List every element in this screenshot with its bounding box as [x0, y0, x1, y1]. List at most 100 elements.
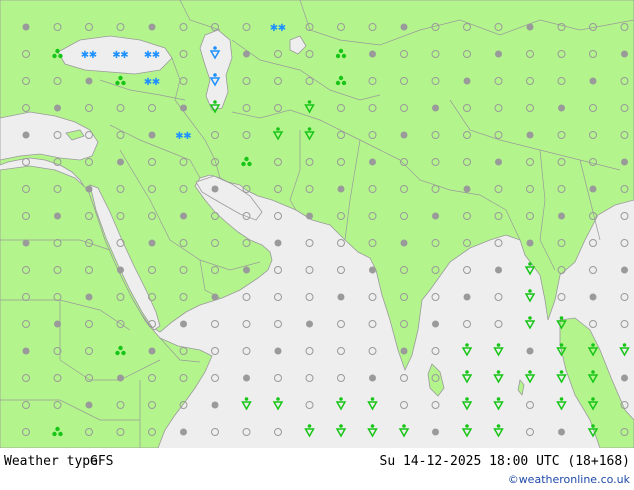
- rain-drop-symbol: [528, 262, 532, 266]
- drizzle-symbol: [115, 80, 120, 86]
- rain-drop-symbol: [402, 424, 406, 428]
- overcast-symbol: [306, 212, 313, 220]
- overcast-symbol: [211, 293, 219, 301]
- overcast-symbol: [85, 185, 93, 193]
- overcast-symbol: [589, 293, 597, 301]
- drizzle-symbol: [121, 350, 126, 356]
- rain-drop-symbol: [622, 343, 627, 347]
- rain-drop-symbol: [559, 397, 564, 401]
- overcast-symbol: [54, 320, 61, 328]
- rain-drop-symbol: [465, 370, 469, 374]
- overcast-symbol: [369, 158, 376, 166]
- snow-symbol: ✱: [278, 23, 286, 34]
- rain-drop-symbol: [559, 343, 564, 347]
- rain-drop-symbol: [307, 424, 312, 428]
- overcast-symbol: [22, 239, 30, 247]
- rain-drop-symbol: [528, 370, 532, 374]
- overcast-symbol: [369, 374, 376, 382]
- overcast-symbol: [621, 266, 628, 274]
- overcast-symbol: [306, 320, 313, 328]
- overcast-symbol: [243, 266, 250, 274]
- rain-drop-symbol: [307, 100, 312, 104]
- drizzle-symbol: [335, 53, 341, 59]
- drizzle-symbol: [118, 345, 123, 351]
- overcast-symbol: [495, 266, 502, 274]
- overcast-symbol: [243, 374, 250, 382]
- rain-drop-symbol: [370, 424, 375, 428]
- rain-drop-symbol: [213, 46, 217, 50]
- overcast-symbol: [274, 239, 282, 247]
- map-canvas: ✱ ✱✱ ✱ ✱ ✱ ✱ ✱✱ ✱✱ ✱: [0, 0, 634, 448]
- drizzle-symbol: [244, 156, 249, 162]
- overcast-symbol: [495, 50, 502, 58]
- overcast-symbol: [558, 428, 565, 436]
- rain-drop-symbol: [591, 424, 595, 428]
- drizzle-symbol: [241, 161, 246, 167]
- rain-drop-symbol: [244, 397, 249, 401]
- overcast-symbol: [400, 23, 408, 31]
- drizzle-symbol: [58, 431, 63, 437]
- rain-drop-symbol: [465, 397, 469, 401]
- rain-drop-symbol: [276, 127, 280, 131]
- drizzle-symbol: [247, 161, 252, 167]
- rain-drop-symbol: [591, 370, 595, 374]
- rain-drop-symbol: [465, 424, 469, 428]
- drizzle-symbol: [341, 80, 347, 86]
- overcast-symbol: [558, 212, 565, 220]
- overcast-symbol: [400, 239, 408, 247]
- footer-bar: Weather type GFS Su 14-12-2025 18:00 UTC…: [0, 448, 634, 490]
- overcast-symbol: [54, 104, 61, 112]
- overcast-symbol: [85, 401, 93, 409]
- overcast-symbol: [117, 374, 124, 382]
- overcast-symbol: [211, 185, 219, 193]
- drizzle-symbol: [341, 53, 347, 59]
- rain-drop-symbol: [496, 397, 501, 401]
- overcast-symbol: [400, 347, 408, 355]
- overcast-symbol: [180, 212, 187, 220]
- snow-symbol: ✱: [152, 50, 160, 61]
- map-type-label: Weather type: [4, 454, 98, 469]
- weather-map[interactable]: ✱ ✱ ✱ ✱ ✱ ✱ ✱ ✱ ✱ ✱ ✱ ✱: [0, 0, 634, 448]
- overcast-symbol: [337, 293, 345, 301]
- overcast-symbol: [148, 239, 156, 247]
- overcast-symbol: [54, 212, 61, 220]
- overcast-symbol: [463, 293, 471, 301]
- overcast-symbol: [432, 320, 439, 328]
- overcast-symbol: [211, 401, 219, 409]
- overcast-symbol: [526, 239, 534, 247]
- overcast-symbol: [400, 131, 408, 139]
- snow-symbol: ✱: [183, 131, 191, 142]
- overcast-symbol: [526, 23, 534, 31]
- rain-drop-symbol: [465, 343, 469, 347]
- overcast-symbol: [85, 77, 93, 85]
- drizzle-symbol: [121, 80, 126, 86]
- drizzle-symbol: [115, 350, 120, 356]
- model-name: GFS: [90, 454, 114, 469]
- snow-symbol: ✱: [120, 50, 128, 61]
- rain-drop-symbol: [528, 289, 532, 293]
- rain-drop-symbol: [213, 100, 217, 104]
- overcast-symbol: [148, 347, 156, 355]
- rain-drop-symbol: [339, 424, 343, 428]
- overcast-symbol: [22, 23, 30, 31]
- overcast-symbol: [117, 266, 124, 274]
- rain-drop-symbol: [496, 343, 501, 347]
- overcast-symbol: [621, 50, 628, 58]
- drizzle-symbol: [118, 75, 123, 81]
- site-credit-link[interactable]: ©weatheronline.co.uk: [508, 473, 630, 486]
- overcast-symbol: [495, 158, 502, 166]
- overcast-symbol: [180, 428, 187, 436]
- rain-drop-symbol: [213, 73, 217, 77]
- rain-drop-symbol: [559, 316, 564, 320]
- overcast-symbol: [526, 131, 534, 139]
- overcast-symbol: [526, 347, 534, 355]
- rain-drop-symbol: [528, 316, 532, 320]
- overcast-symbol: [432, 428, 439, 436]
- overcast-symbol: [274, 347, 282, 355]
- drizzle-symbol: [55, 48, 60, 54]
- drizzle-symbol: [338, 48, 344, 54]
- overcast-symbol: [432, 104, 439, 112]
- drizzle-symbol: [58, 53, 63, 59]
- overcast-symbol: [589, 77, 597, 85]
- drizzle-symbol: [55, 426, 60, 432]
